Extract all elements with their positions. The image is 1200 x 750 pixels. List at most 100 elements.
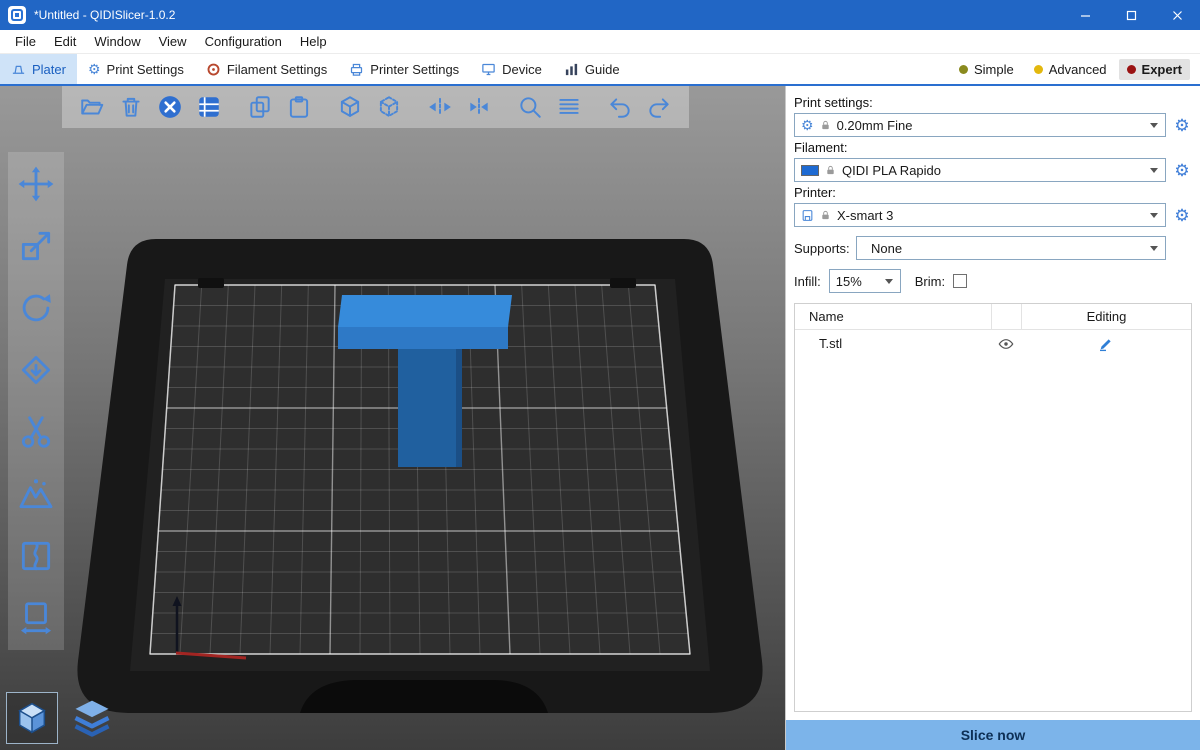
infill-combo[interactable]: 15% <box>829 269 901 293</box>
move-gizmo-button[interactable] <box>14 162 58 206</box>
redo-button[interactable] <box>641 89 677 125</box>
printer-edit-button[interactable]: ⚙ <box>1172 207 1192 224</box>
object-row-t-stl[interactable]: T.stl <box>795 330 1191 357</box>
lock-icon <box>820 120 831 131</box>
maximize-button[interactable] <box>1108 0 1154 30</box>
printer-combo[interactable]: X-smart 3 <box>794 203 1166 227</box>
tab-guide[interactable]: Guide <box>553 54 631 84</box>
tab-print-settings[interactable]: ⚙ Print Settings <box>77 54 195 84</box>
supports-combo[interactable]: None <box>856 236 1166 260</box>
lock-icon <box>820 210 831 221</box>
printer-icon <box>801 209 814 222</box>
close-button[interactable] <box>1154 0 1200 30</box>
redo-icon <box>646 94 672 120</box>
build-plate-scene[interactable] <box>70 231 770 750</box>
model-stem-side-face <box>456 349 462 467</box>
copy-button[interactable] <box>242 89 278 125</box>
plater-icon <box>11 62 26 77</box>
split-to-objects-button[interactable] <box>422 89 458 125</box>
sidebar: Print settings: ⚙ 0.20mm Fine ⚙ Filament… <box>785 86 1200 750</box>
seam-gizmo-button[interactable] <box>14 534 58 578</box>
infill-label: Infill: <box>794 274 821 289</box>
chevron-down-icon <box>885 279 893 284</box>
3d-cube-icon <box>14 700 50 736</box>
open-project-button[interactable] <box>74 89 110 125</box>
menu-edit[interactable]: Edit <box>45 30 85 53</box>
circle-x-icon <box>157 94 183 120</box>
filament-combo[interactable]: QIDI PLA Rapido <box>794 158 1166 182</box>
tab-printer-settings[interactable]: Printer Settings <box>338 54 470 84</box>
edit-object-button[interactable] <box>1021 336 1191 352</box>
undo-icon <box>607 94 633 120</box>
brim-checkbox[interactable] <box>953 274 967 288</box>
print-settings-label: Print settings: <box>794 95 1192 110</box>
place-on-face-icon <box>17 351 55 389</box>
cut-gizmo-button[interactable] <box>14 410 58 454</box>
menu-view[interactable]: View <box>150 30 196 53</box>
chevron-down-icon <box>1150 168 1158 173</box>
plate-clip <box>610 278 636 288</box>
editing-column-header: Editing <box>1021 304 1191 329</box>
chevron-down-icon <box>1150 123 1158 128</box>
slice-now-button[interactable]: Slice now <box>786 720 1200 750</box>
print-settings-edit-button[interactable]: ⚙ <box>1172 117 1192 134</box>
paint-supports-icon <box>17 475 55 513</box>
variable-layer-height-button[interactable] <box>551 89 587 125</box>
remove-instance-button[interactable] <box>371 89 407 125</box>
paste-button[interactable] <box>281 89 317 125</box>
edit-pencil-icon <box>1098 336 1114 352</box>
arrange-button[interactable] <box>191 89 227 125</box>
paint-supports-gizmo-button[interactable] <box>14 472 58 516</box>
place-on-face-gizmo-button[interactable] <box>14 348 58 392</box>
plate-clip <box>198 278 224 288</box>
window-title: *Untitled - QIDISlicer-1.0.2 <box>34 8 175 22</box>
menu-window[interactable]: Window <box>85 30 149 53</box>
tab-plater[interactable]: Plater <box>0 54 77 84</box>
mode-simple[interactable]: Simple <box>951 59 1022 80</box>
menu-configuration[interactable]: Configuration <box>196 30 291 53</box>
filament-color-swatch <box>801 165 819 176</box>
visibility-column-header <box>991 304 1021 329</box>
preview-view-button[interactable] <box>66 692 118 744</box>
variable-layer-height-icon <box>556 94 582 120</box>
search-button[interactable] <box>512 89 548 125</box>
mode-advanced[interactable]: Advanced <box>1026 59 1115 80</box>
printer-value: X-smart 3 <box>837 208 1144 223</box>
model-bar-front-face <box>338 327 508 349</box>
toggle-visibility-button[interactable] <box>991 336 1021 352</box>
search-icon <box>517 94 543 120</box>
tab-device[interactable]: Device <box>470 54 553 84</box>
object-list: Name Editing T.stl <box>794 303 1192 712</box>
lock-icon <box>825 165 836 176</box>
print-settings-icon: ⚙ <box>88 62 101 76</box>
cube-icon <box>337 94 363 120</box>
scale-gizmo-button[interactable] <box>14 224 58 268</box>
split-to-parts-button[interactable] <box>461 89 497 125</box>
device-monitor-icon <box>481 62 496 77</box>
undo-button[interactable] <box>602 89 638 125</box>
chevron-down-icon <box>1150 213 1158 218</box>
tab-filament-settings[interactable]: Filament Settings <box>195 54 338 84</box>
print-settings-combo[interactable]: ⚙ 0.20mm Fine <box>794 113 1166 137</box>
menu-file[interactable]: File <box>6 30 45 53</box>
delete-button[interactable] <box>113 89 149 125</box>
move-icon <box>17 165 55 203</box>
top-toolbar <box>62 86 689 128</box>
measure-gizmo-button[interactable] <box>14 596 58 640</box>
advanced-mode-dot-icon <box>1034 65 1043 74</box>
mode-expert[interactable]: Expert <box>1119 59 1190 80</box>
menu-bar: File Edit Window View Configuration Help <box>0 30 1200 54</box>
rotate-gizmo-button[interactable] <box>14 286 58 330</box>
filament-edit-button[interactable]: ⚙ <box>1172 162 1192 179</box>
3d-editor-view-button[interactable] <box>6 692 58 744</box>
minimize-button[interactable] <box>1062 0 1108 30</box>
delete-all-button[interactable] <box>152 89 188 125</box>
folder-open-icon <box>79 94 105 120</box>
bed-handle-notch <box>300 680 548 713</box>
maximize-icon <box>1126 10 1137 21</box>
3d-viewport[interactable] <box>0 86 785 750</box>
menu-help[interactable]: Help <box>291 30 336 53</box>
add-instance-button[interactable] <box>332 89 368 125</box>
paste-icon <box>286 94 312 120</box>
minimize-icon <box>1080 10 1091 21</box>
